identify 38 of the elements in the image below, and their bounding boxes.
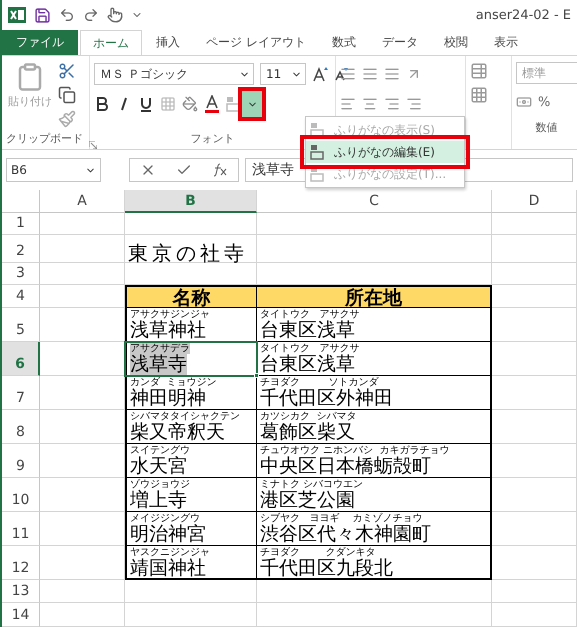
cell-text: 浅草寺 bbox=[130, 354, 187, 375]
cell-text: 明治神宮 bbox=[130, 524, 207, 545]
furigana-text: シブヤク ヨヨギ カミゾノチョウ bbox=[260, 513, 424, 524]
furigana-text: チュウオウク ニホンバシ カキガラチョウ bbox=[260, 445, 451, 456]
cell-text: 中央区日本橋蛎殻町 bbox=[260, 456, 432, 477]
group-label: 数値 bbox=[534, 120, 558, 136]
furigana-text: アサクサデラ bbox=[130, 343, 190, 354]
cell-text: 千代田区九段北 bbox=[260, 558, 394, 579]
cell-text: 増上寺 bbox=[130, 490, 188, 511]
furigana-text: タイトウク アサクサ bbox=[260, 343, 361, 354]
furigana-text: ミナトク シバコウエン bbox=[260, 479, 364, 490]
cell-text: 渋谷区代々木神園町 bbox=[260, 524, 432, 545]
window-title: anser24-02 - E bbox=[476, 8, 571, 22]
group-label: フォント bbox=[190, 131, 234, 147]
furigana-text: カンダ ミョウジン bbox=[130, 377, 218, 388]
furigana-text: メイジジングウ bbox=[130, 513, 201, 524]
cell-text: 千代田区外神田 bbox=[260, 388, 394, 409]
cell-text: 水天宮 bbox=[130, 456, 188, 477]
furigana-text: ゾウジョウジ bbox=[130, 479, 191, 490]
furigana-text: カツシカク シバマタ bbox=[260, 411, 358, 422]
cell-text: 神田明神 bbox=[130, 388, 207, 409]
group-label: クリップボード bbox=[6, 131, 83, 147]
furigana-text: スイテングウ bbox=[130, 445, 191, 456]
cell-text: 台東区浅草 bbox=[260, 354, 356, 375]
table-header-cell: 所在地 bbox=[257, 285, 492, 308]
cell-text: 浅草神社 bbox=[130, 320, 207, 341]
furigana-text: チヨダク ソトカンダ bbox=[260, 377, 380, 388]
table-header-cell: 名称 bbox=[125, 285, 257, 308]
cell-text: 台東区浅草 bbox=[260, 320, 356, 341]
furigana-text: シバマタタイシャクテン bbox=[130, 411, 241, 422]
furigana-text: アサクサジンジャ bbox=[130, 309, 211, 320]
cell-text: 港区芝公園 bbox=[260, 490, 356, 511]
cell-text: 柴又帝釈天 bbox=[130, 422, 226, 443]
cell-text: 葛飾区柴又 bbox=[260, 422, 356, 443]
furigana-text: タイトウク アサクサ bbox=[260, 309, 361, 320]
cell-text: 靖国神社 bbox=[130, 558, 207, 579]
furigana-text: ヤスクニジンジャ bbox=[130, 547, 211, 558]
furigana-text: チヨダク クダンキタ bbox=[260, 547, 376, 558]
